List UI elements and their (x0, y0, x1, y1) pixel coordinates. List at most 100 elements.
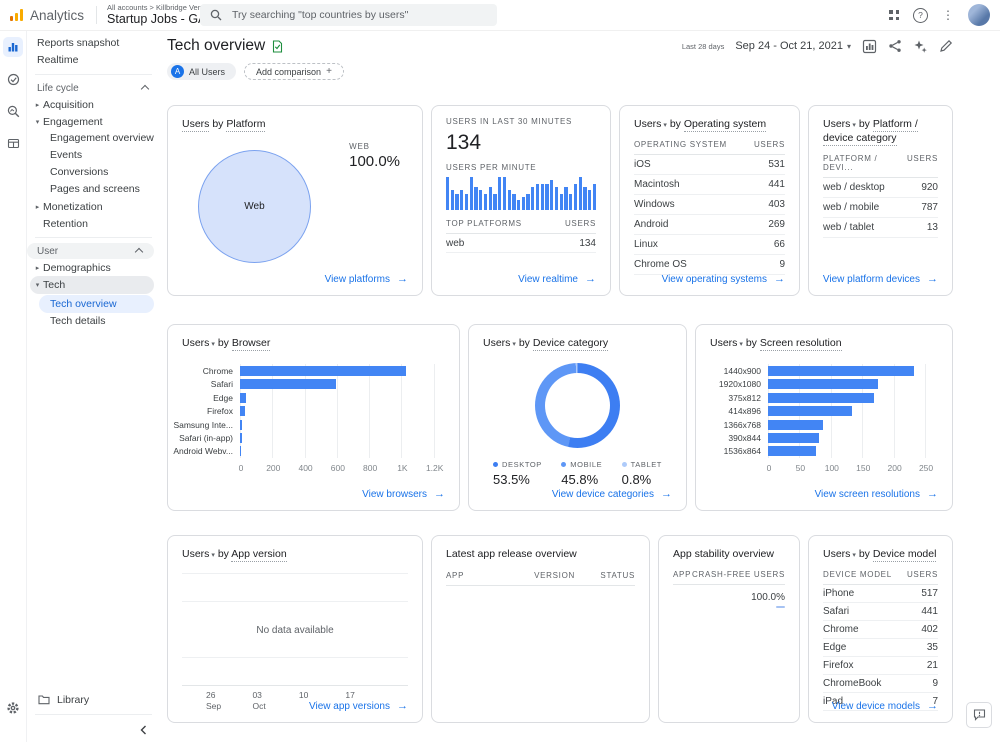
help-icon[interactable] (913, 8, 928, 23)
sidebar-item-demographics[interactable]: Demographics (27, 259, 160, 276)
share-icon[interactable] (888, 39, 902, 53)
os-table: iOS 531 Macintosh 441 Windows (634, 155, 785, 275)
metric-selector[interactable]: Users (823, 118, 856, 130)
spark-bar (493, 194, 496, 211)
collapse-sidebar-icon[interactable] (139, 725, 148, 735)
dimension-selector[interactable]: Screen resolution (760, 337, 842, 351)
y-axis-label: 1366x768 (710, 418, 768, 431)
view-platforms-link[interactable]: View platforms (325, 273, 408, 285)
insights-icon[interactable] (913, 39, 928, 54)
reports-nav-icon[interactable] (3, 37, 23, 57)
donut-hole (545, 373, 610, 438)
section-user[interactable]: User (27, 243, 154, 259)
table-row: web 134 (446, 234, 596, 253)
view-device-models-link[interactable]: View device models (832, 700, 938, 712)
metric-selector[interactable]: Users (182, 118, 209, 132)
advertising-nav-icon[interactable] (3, 133, 23, 153)
dimension-selector[interactable]: Device model (873, 548, 937, 562)
brand-name: Analytics (30, 8, 84, 23)
home-nav-icon[interactable] (3, 69, 23, 89)
y-axis-labels: ChromeSafariEdgeFirefoxSamsung Inte...Sa… (182, 364, 240, 458)
edit-icon[interactable] (939, 39, 953, 53)
spark-bar (536, 184, 539, 210)
add-comparison-chip[interactable]: Add comparison (244, 63, 344, 80)
metric-selector[interactable]: Users (182, 548, 215, 560)
table-row: Windows 403 (634, 195, 785, 215)
shared-report-icon[interactable] (272, 40, 283, 53)
table-row: Macintosh 441 (634, 175, 785, 195)
sidebar-subitem[interactable]: Conversions (27, 164, 160, 181)
table-row: Safari 441 (823, 603, 938, 621)
sidebar-item-monetization[interactable]: Monetization (27, 198, 160, 215)
bar (240, 446, 241, 456)
y-axis-label: Android Webv... (182, 445, 240, 458)
table-header: APP VERSION STATUS (446, 561, 635, 586)
dimension-selector[interactable]: Operating system (684, 118, 766, 132)
more-menu-icon[interactable] (942, 9, 954, 21)
view-device-categories-link[interactable]: View device categories (552, 488, 672, 500)
settings-gear-icon[interactable] (3, 698, 23, 718)
customize-report-icon[interactable] (862, 39, 877, 54)
bars (768, 364, 938, 458)
table-row: web / mobile 787 (823, 198, 938, 218)
sidebar-subitem[interactable]: Engagement overview (27, 130, 160, 147)
analytics-logo-icon[interactable] (10, 9, 23, 21)
view-operating-systems-link[interactable]: View operating systems (662, 273, 785, 285)
sidebar-item-tech[interactable]: Tech (30, 276, 154, 294)
all-users-chip[interactable]: All Users (167, 63, 236, 80)
bar-row (768, 378, 938, 391)
card-users-by-screen-resolution: Users by Screen resolution 1440x9001920x… (695, 324, 953, 511)
item-label: Demographics (43, 262, 111, 274)
sidebar: Reports snapshot Realtime Life cycle Acq… (27, 30, 160, 742)
avatar[interactable] (968, 4, 990, 26)
crash-free-value: 100.0% (751, 592, 785, 603)
item-label: Engagement (43, 116, 103, 128)
section-life-cycle[interactable]: Life cycle (27, 80, 160, 96)
sidebar-item-library[interactable]: Library (38, 694, 89, 706)
bar (768, 379, 878, 389)
metric-selector[interactable]: Users (182, 337, 215, 349)
metric-selector[interactable]: Users (634, 118, 667, 130)
card-title: Users by Browser (182, 336, 445, 350)
view-platform-devices-link[interactable]: View platform devices (823, 273, 938, 285)
legend-dot (493, 462, 498, 467)
sidebar-subitem[interactable]: Pages and screens (27, 181, 160, 198)
metric-selector[interactable]: Users (483, 337, 516, 349)
dimension-selector[interactable]: App version (231, 548, 286, 562)
view-app-versions-link[interactable]: View app versions (309, 700, 408, 712)
dimension-selector[interactable]: Device category (533, 337, 608, 351)
sidebar-item-engagement[interactable]: Engagement (27, 113, 160, 130)
feedback-button[interactable] (966, 702, 992, 728)
dimension-selector[interactable]: Platform (226, 118, 265, 132)
explore-nav-icon[interactable] (3, 101, 23, 121)
spark-bar (593, 184, 596, 210)
collapse-chevron-icon (135, 248, 143, 256)
sidebar-item-reports-snapshot[interactable]: Reports snapshot (27, 35, 160, 52)
spark-bar (465, 194, 468, 211)
view-realtime-link[interactable]: View realtime (518, 273, 596, 285)
date-range-selector[interactable]: Sep 24 - Oct 21, 2021 (735, 40, 851, 52)
spark-bar (545, 184, 548, 210)
sidebar-subitem-tech-overview[interactable]: Tech overview (39, 295, 154, 313)
sidebar-subitem-tech-details[interactable]: Tech details (27, 313, 160, 330)
spark-bar (517, 200, 520, 210)
sidebar-item-retention[interactable]: Retention (27, 215, 160, 232)
sidebar-subitem[interactable]: Events (27, 147, 160, 164)
app-version-line-chart: No data available (182, 573, 408, 686)
google-apps-grid-icon[interactable] (889, 10, 899, 20)
spark-bar (489, 187, 492, 210)
sidebar-item-acquisition[interactable]: Acquisition (27, 96, 160, 113)
legend-item: DESKTOP 53.5% (493, 460, 542, 487)
metric-selector[interactable]: Users (710, 337, 743, 349)
search-input[interactable] (230, 8, 487, 22)
dimension-selector[interactable]: Browser (232, 337, 271, 351)
card-users-by-device-category: Users by Device category DESKTOP 53.5% (468, 324, 687, 511)
metric-selector[interactable]: Users (823, 548, 856, 560)
card-app-stability: App stability overview APPCRASH-FREE USE… (658, 535, 800, 723)
divider (35, 74, 152, 75)
spark-bar (583, 187, 586, 210)
sidebar-item-realtime[interactable]: Realtime (27, 52, 160, 69)
view-browsers-link[interactable]: View browsers (362, 488, 445, 500)
view-screen-resolutions-link[interactable]: View screen resolutions (815, 488, 938, 500)
search-bar[interactable] (200, 4, 497, 26)
